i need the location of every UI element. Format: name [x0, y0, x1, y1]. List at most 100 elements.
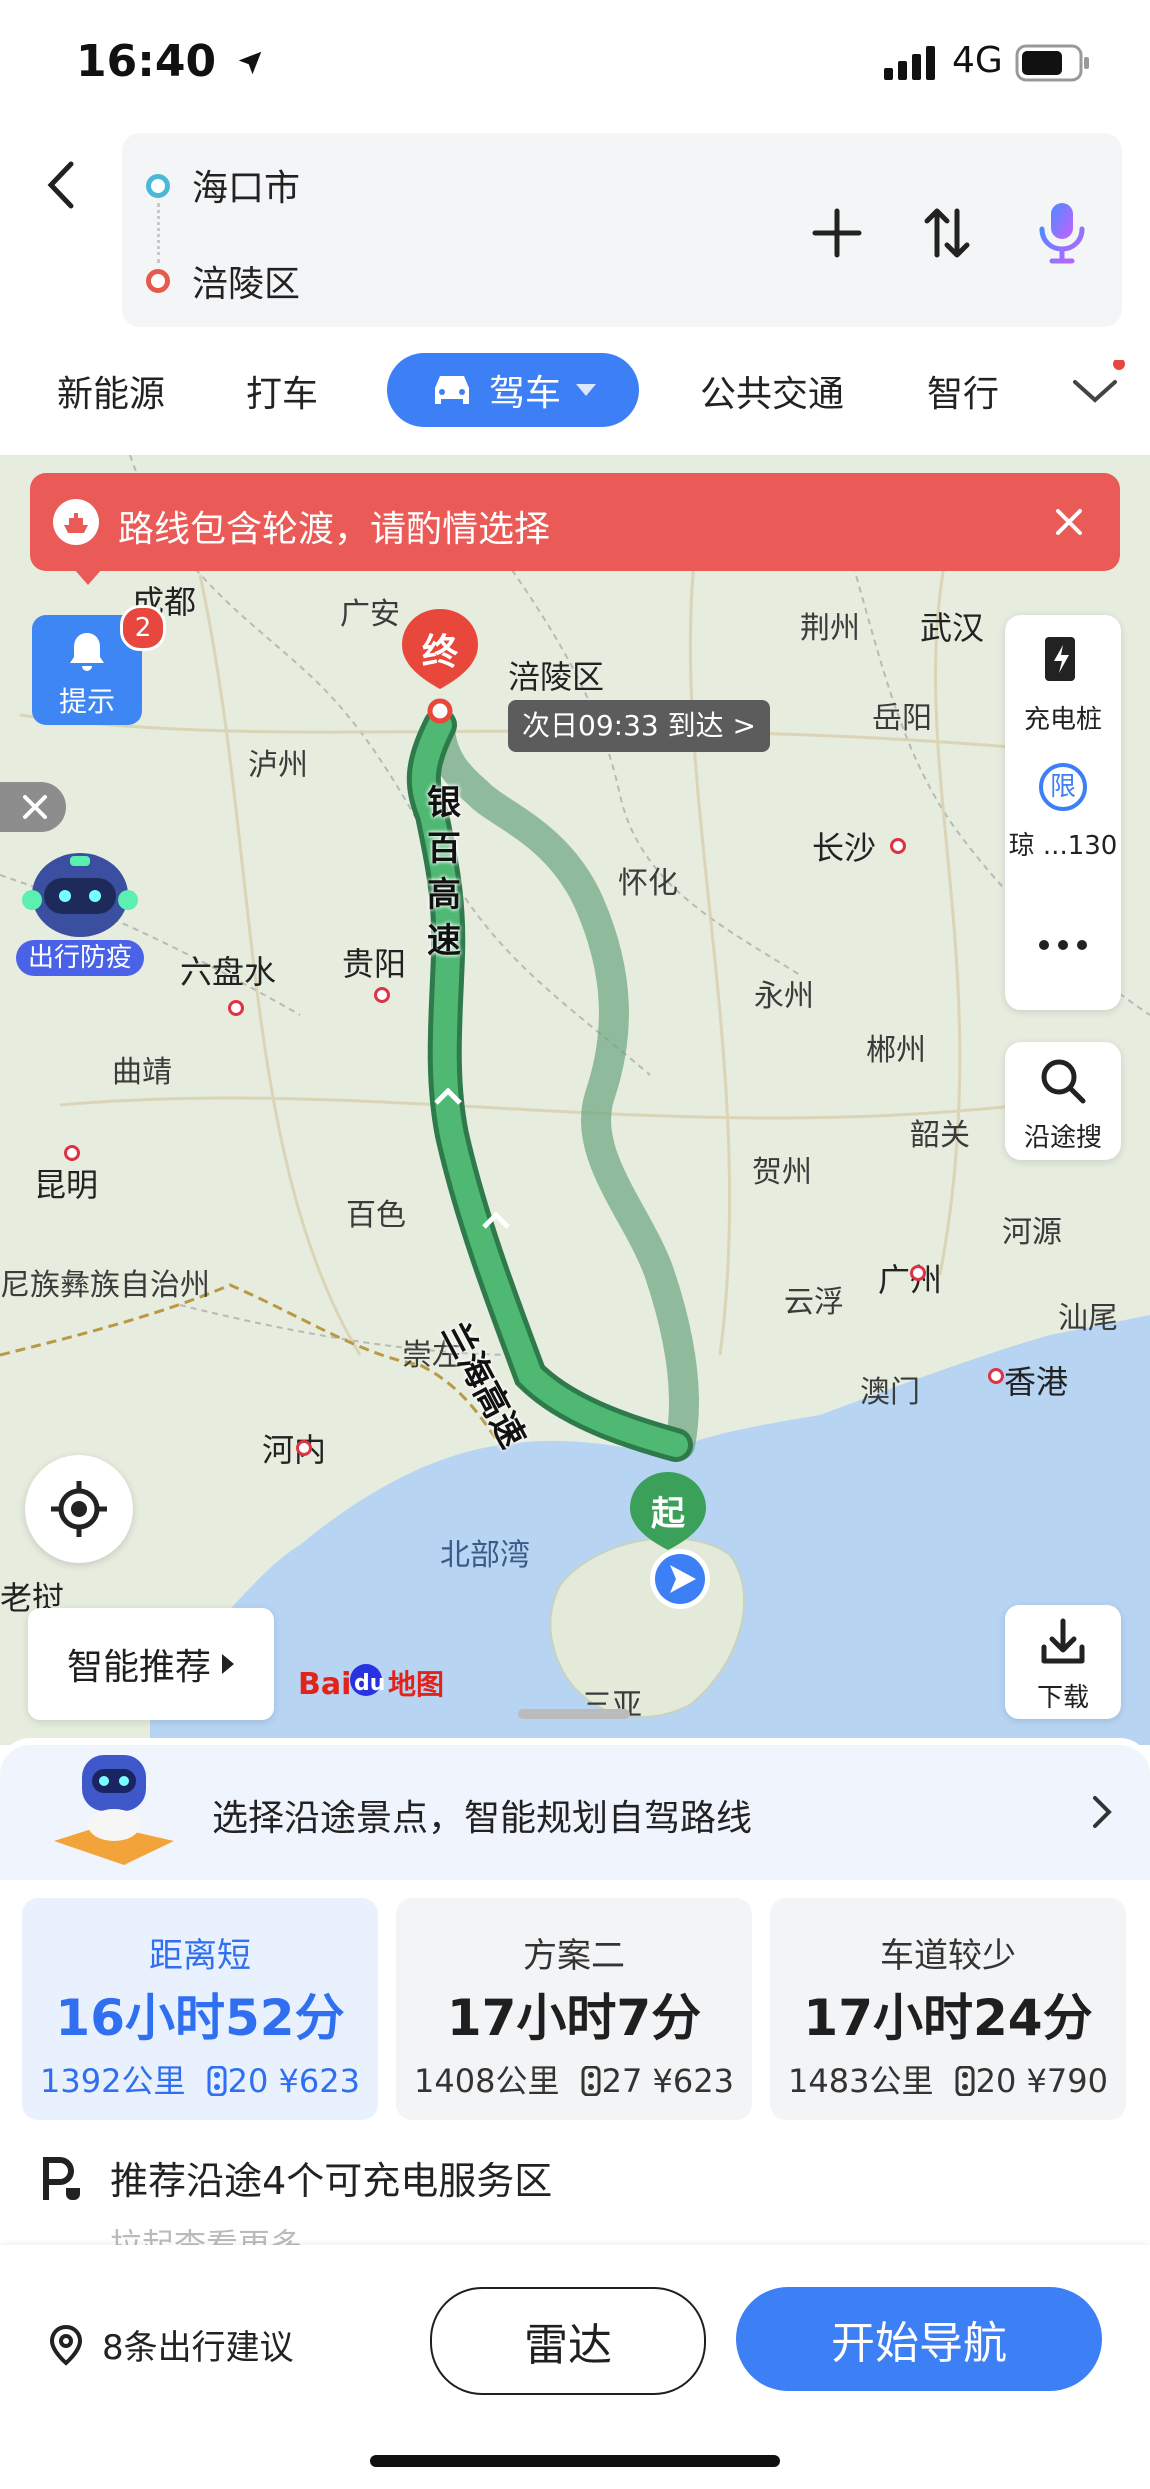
ferry-warning-banner[interactable]: 路线包含轮渡，请酌情选择 [30, 473, 1120, 585]
place-label: 广州 [878, 1261, 943, 1299]
tab-smart-travel[interactable]: 智行 [927, 365, 999, 417]
place-label: 贺州 [752, 1155, 812, 1190]
baidu-map-logo: Bai du 地图 [298, 1660, 458, 1712]
origin-field[interactable]: 海口市 [192, 159, 300, 211]
swap-route-button[interactable] [912, 198, 982, 268]
scenic-route-promo[interactable]: 选择沿途景点，智能规划自驾路线 [0, 1745, 1150, 1880]
along-search-label: 沿途搜 [1023, 1123, 1102, 1153]
baidu-logo-mark: Bai du 地图 [298, 1664, 444, 1702]
restriction-button[interactable]: 限 琼 ...130 [1005, 745, 1121, 875]
road-label-yinbai: 银百高速 [427, 783, 461, 961]
banner-pointer [74, 569, 102, 585]
robot-mascot-icon [22, 853, 138, 937]
start-navigation-button[interactable]: 开始导航 [736, 2287, 1102, 2391]
caret-down-icon [576, 384, 596, 396]
charging-station-button[interactable]: 充电桩 [1005, 615, 1121, 745]
route-lights: 27 [601, 2062, 643, 2100]
svg-text:地图: 地图 [388, 1668, 444, 1701]
tab-public-transit[interactable]: 公共交通 [700, 365, 844, 417]
svg-text:du: du [354, 1671, 385, 1696]
charging-service-area-row[interactable]: 推荐沿途4个可充电服务区 [40, 2150, 552, 2205]
chevron-down-icon [1073, 358, 1125, 403]
route-meta: 1408公里 27 ¥623 [396, 2056, 752, 2102]
place-label: 怀化 [618, 866, 678, 901]
more-tools-button[interactable] [1005, 895, 1121, 995]
restriction-icon: 限 [1039, 763, 1087, 811]
tip-label: 提示 [58, 685, 115, 718]
travel-tips-text: 8条出行建议 [102, 2328, 294, 2368]
place-label: 荆州 [800, 611, 860, 646]
place-label: 韶关 [910, 1118, 970, 1153]
place-label: 武汉 [920, 609, 985, 647]
network-type: 4G [952, 40, 1003, 81]
place-label: 六盘水 [180, 953, 277, 991]
route-distance: 1392公里 [40, 2062, 186, 2100]
ferry-icon [53, 499, 99, 545]
map-view[interactable]: 成都 广安 泸州 六盘水 贵阳 曲靖 昆明 怀化 长沙 永州 郴州 韶关 河源 … [0, 455, 1150, 1745]
place-label: 长沙 [812, 829, 877, 867]
place-label: 澳门 [860, 1375, 920, 1410]
map-tools-panel: 充电桩 限 琼 ...130 [1005, 615, 1121, 1010]
status-time: 16:40 [76, 36, 265, 87]
radar-button[interactable]: 雷达 [430, 2287, 706, 2395]
crosshair-icon [51, 1481, 107, 1537]
travel-tips-link[interactable]: 8条出行建议 [48, 2320, 294, 2369]
place-label: 云浮 [784, 1285, 844, 1320]
locate-me-button[interactable] [25, 1455, 133, 1563]
route-duration: 17小时24分 [803, 1989, 1093, 2047]
robot-guide-icon [54, 1755, 174, 1865]
route-option-card[interactable]: 方案二 17小时7分 1408公里 27 ¥623 [396, 1898, 752, 2120]
route-option-card[interactable]: 距离短 16小时52分 1392公里 20 ¥623 [22, 1898, 378, 2120]
place-label: 北部湾 [440, 1538, 530, 1573]
route-cost: ¥790 [1026, 2062, 1108, 2100]
arrival-time-tag[interactable]: 次日09:33 到达 > [508, 700, 770, 752]
tab-drive[interactable]: 驾车 [387, 353, 639, 427]
smart-recommend-button[interactable]: 智能推荐 [28, 1608, 274, 1720]
route-name: 距离短 [149, 1936, 251, 1976]
svg-text:Bai: Bai [298, 1667, 351, 1702]
more-modes-button[interactable] [1065, 358, 1125, 420]
route-option-card[interactable]: 车道较少 17小时24分 1483公里 20 ¥790 [770, 1898, 1126, 2120]
city-dot [296, 1440, 312, 1456]
download-button[interactable]: 下载 [1005, 1605, 1121, 1719]
place-label: 贵阳 [342, 945, 407, 983]
caret-right-icon [222, 1654, 234, 1674]
traffic-light-icon [955, 2065, 975, 2097]
start-marker-label: 起 [651, 1494, 685, 1534]
tab-taxi[interactable]: 打车 [246, 365, 318, 417]
close-icon[interactable] [1054, 507, 1084, 537]
destination-field[interactable]: 涪陵区 [192, 255, 300, 307]
epidemic-travel-widget[interactable]: 出行防疫 [10, 840, 150, 980]
plus-icon [812, 208, 862, 258]
epidemic-label: 出行防疫 [16, 940, 144, 976]
home-indicator[interactable] [370, 2455, 780, 2467]
voice-input-button[interactable] [1022, 193, 1102, 273]
end-marker[interactable]: 终 [398, 605, 482, 725]
charging-label: 充电桩 [1023, 705, 1102, 735]
route-duration: 17小时7分 [446, 1989, 702, 2047]
along-route-search-button[interactable]: 沿途搜 [1005, 1042, 1121, 1160]
route-name: 车道较少 [880, 1936, 1016, 1976]
route-lights: 20 [975, 2062, 1017, 2100]
place-label: 尼族彝族自治州 [0, 1268, 210, 1303]
restriction-label: 琼 ...130 [1008, 831, 1118, 861]
traffic-light-icon [581, 2065, 601, 2097]
close-side-widget-button[interactable] [0, 782, 66, 832]
more-dots-icon [1039, 940, 1087, 950]
ferry-warning-text: 路线包含轮渡，请酌情选择 [118, 509, 551, 550]
route-name: 方案二 [523, 1936, 625, 1976]
location-pin-icon [49, 2324, 83, 2366]
add-waypoint-button[interactable] [802, 198, 872, 268]
close-icon [23, 795, 47, 819]
route-input-box: 海口市 涪陵区 [122, 133, 1122, 327]
back-button[interactable] [30, 150, 90, 220]
route-cost: ¥623 [278, 2062, 360, 2100]
sheet-grab-handle[interactable] [518, 1709, 630, 1719]
service-area-text: 推荐沿途4个可充电服务区 [110, 2159, 553, 2203]
route-distance: 1483公里 [788, 2062, 934, 2100]
route-duration: 16小时52分 [55, 1989, 345, 2047]
chevron-right-icon [1093, 1796, 1112, 1828]
end-marker-label: 终 [421, 632, 458, 673]
tab-new-energy[interactable]: 新能源 [57, 365, 165, 417]
traffic-light-icon [207, 2065, 227, 2097]
